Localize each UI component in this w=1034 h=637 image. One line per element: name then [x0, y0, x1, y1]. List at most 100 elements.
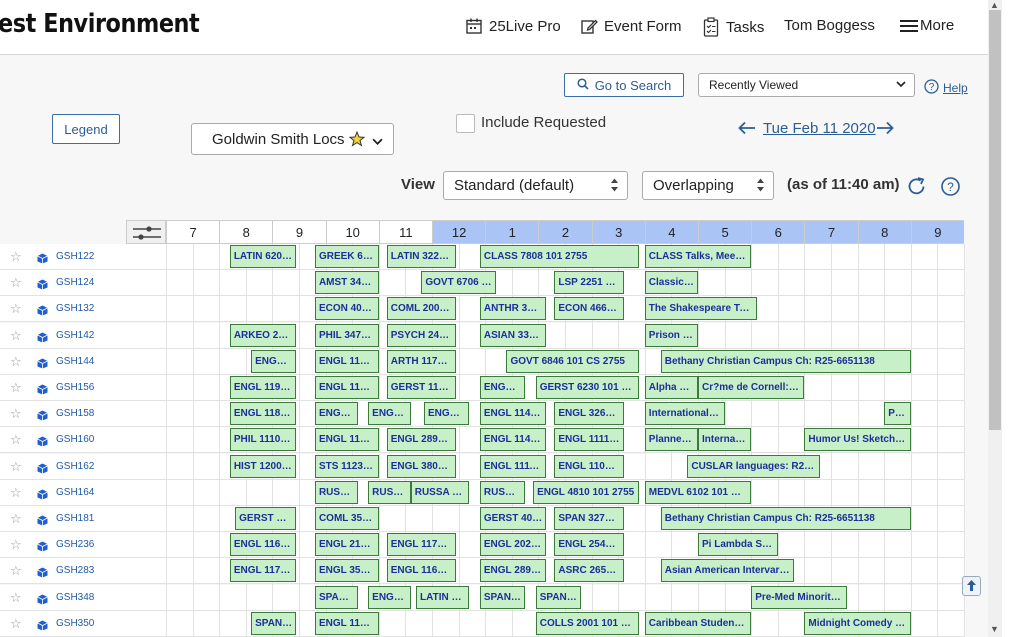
previous-day-arrow-icon[interactable]	[738, 121, 756, 140]
favorite-star-icon[interactable]: ☆	[10, 354, 22, 370]
event-block[interactable]: PHIL 1110 10...	[229, 428, 297, 452]
event-block[interactable]: ENGL 1170 1...	[386, 533, 456, 557]
room-name-link[interactable]: GSH124	[56, 277, 94, 288]
event-block[interactable]: SPAN 3270 ...	[554, 507, 624, 530]
event-block[interactable]: ENGL 2890 ...	[479, 559, 547, 583]
room-name-link[interactable]: GSH283	[56, 565, 94, 576]
event-block[interactable]: Pa...	[884, 402, 911, 426]
event-block[interactable]: GREEK 6102...	[314, 245, 379, 268]
event-block[interactable]: ENGL 1170 1...	[229, 559, 297, 583]
event-block[interactable]: ENGL 2...	[314, 402, 358, 426]
refresh-icon[interactable]	[906, 176, 927, 202]
recently-viewed-select[interactable]: Recently Viewed	[698, 73, 915, 97]
event-block[interactable]: ANTHR 306...	[479, 297, 547, 321]
event-block[interactable]: ENGL 2890 ...	[386, 428, 456, 452]
favorite-star-icon[interactable]: ☆	[10, 537, 22, 553]
event-block[interactable]: HIST 1200 1...	[229, 454, 297, 478]
event-block[interactable]: Bethany Christian Campus Ch: R25-6651138	[660, 349, 911, 373]
scroll-to-top-button[interactable]	[962, 576, 981, 596]
event-block[interactable]: Midnight Comedy Mt...	[804, 611, 911, 635]
room-name-link[interactable]: GSH156	[56, 382, 94, 393]
event-block[interactable]: ENGL 1183 1...	[229, 402, 297, 426]
event-block[interactable]: Pi Lambda Sig...	[698, 533, 778, 557]
room-name-link[interactable]: GSH236	[56, 539, 94, 550]
star-favorite-icon[interactable]	[348, 130, 366, 151]
favorite-star-icon[interactable]: ☆	[10, 563, 22, 579]
event-block[interactable]: ASRC 2650 ...	[554, 559, 624, 583]
favorite-star-icon[interactable]: ☆	[10, 249, 22, 265]
event-block[interactable]: STS 1123 10...	[314, 454, 379, 478]
page-scrollbar[interactable]: ▲ ▼	[988, 0, 1002, 637]
event-block[interactable]: COLLS 2001 101 2755	[535, 611, 640, 635]
event-block[interactable]: ARKEO 2661...	[229, 323, 297, 347]
room-name-link[interactable]: GSH162	[56, 461, 94, 472]
room-name-link[interactable]: GSH164	[56, 487, 94, 498]
favorite-star-icon[interactable]: ☆	[10, 301, 22, 317]
event-block[interactable]: ENGL 1147 1...	[314, 349, 379, 373]
event-block[interactable]: ENGL 1105 1...	[554, 454, 624, 478]
event-block[interactable]: ENGL 3260 ...	[554, 402, 624, 426]
room-name-link[interactable]: GSH181	[56, 513, 94, 524]
event-block[interactable]: ENGL 2...	[424, 402, 470, 426]
event-block[interactable]: ENGL 1147 1...	[479, 428, 547, 452]
legend-button[interactable]: Legend	[52, 114, 120, 144]
current-date-link[interactable]: Tue Feb 11 2020	[763, 120, 876, 137]
event-block[interactable]: LSP 2251 10...	[554, 271, 624, 295]
event-block[interactable]: Caribbean Students'...	[644, 611, 752, 635]
event-block[interactable]: COML 3512 ...	[314, 507, 379, 530]
info-help-icon[interactable]: ?	[940, 176, 961, 202]
event-block[interactable]: COML 2000 ...	[386, 297, 456, 321]
scroll-down-arrow-icon[interactable]: ▼	[990, 624, 999, 634]
event-block[interactable]: ENGL 2...	[368, 402, 411, 426]
favorite-star-icon[interactable]: ☆	[10, 275, 22, 291]
room-name-link[interactable]: GSH160	[56, 434, 94, 445]
room-name-link[interactable]: GSH158	[56, 408, 94, 419]
event-block[interactable]: CUSLAR languages: R25-6...	[687, 454, 821, 478]
event-block[interactable]: ECON 4660 ...	[554, 297, 624, 321]
view-select[interactable]: Standard (default)	[443, 171, 628, 200]
scrollbar-thumb[interactable]	[989, 10, 1001, 430]
event-block[interactable]: AMST 3434 ...	[314, 271, 379, 295]
event-block[interactable]: SPAN 1...	[314, 585, 358, 609]
event-block[interactable]: GERST 400...	[479, 507, 547, 530]
event-block[interactable]: PSYCH 2415...	[386, 323, 456, 347]
room-name-link[interactable]: GSH348	[56, 592, 94, 603]
favorite-star-icon[interactable]: ☆	[10, 485, 22, 501]
event-block[interactable]: ENGL 3805 ...	[386, 454, 456, 478]
event-block[interactable]: ENGL 1168 1...	[314, 611, 379, 635]
event-block[interactable]: Cr?me de Cornell: R2...	[698, 376, 805, 399]
event-block[interactable]: ENGL 1111 1...	[479, 454, 547, 478]
nav-event-form[interactable]: Event Form	[580, 17, 682, 35]
event-block[interactable]: Pre-Med Minoritie...	[751, 585, 847, 609]
event-block[interactable]: RUSSA ...	[479, 480, 526, 504]
event-block[interactable]: ECON 4020 ...	[314, 297, 379, 321]
grid-options-control[interactable]	[126, 220, 166, 244]
favorite-star-icon[interactable]: ☆	[10, 432, 22, 448]
room-name-link[interactable]: GSH144	[56, 356, 94, 367]
favorite-star-icon[interactable]: ☆	[10, 406, 22, 422]
favorite-star-icon[interactable]: ☆	[10, 590, 22, 606]
event-block[interactable]: ENGL 1191 1...	[229, 376, 297, 399]
event-block[interactable]: ENGL 1120 1...	[314, 376, 379, 399]
event-block[interactable]: ENGL 1167 1...	[314, 428, 379, 452]
help-link[interactable]: ? Help	[924, 79, 968, 97]
event-block[interactable]: ENGL 1168 1...	[229, 533, 297, 557]
event-block[interactable]: LATIN 6202 ...	[229, 245, 297, 268]
event-block[interactable]: MEDVL 6102 101 CS 2...	[644, 480, 752, 504]
favorite-star-icon[interactable]: ☆	[10, 328, 22, 344]
event-block[interactable]: RUSSA 11...	[410, 480, 470, 504]
event-block[interactable]: ENGL 2100 ...	[314, 533, 379, 557]
event-block[interactable]: ENGL 4810 101 2755	[533, 480, 640, 504]
event-block[interactable]: GOVT 6846 101 CS 2755	[506, 349, 640, 373]
location-set-select[interactable]: Goldwin Smith Locs	[191, 123, 394, 155]
next-day-arrow-icon[interactable]	[876, 121, 894, 140]
event-block[interactable]: SPAN 1...	[251, 611, 297, 635]
event-block[interactable]: ENGL 2...	[251, 349, 297, 373]
favorite-star-icon[interactable]: ☆	[10, 616, 22, 632]
event-block[interactable]: PHIL 3475 0...	[314, 323, 379, 347]
event-block[interactable]: International S...	[644, 402, 725, 426]
event-block[interactable]: ENGL 3530 ...	[314, 559, 379, 583]
event-block[interactable]: GERST 1170 ...	[386, 376, 456, 399]
event-block[interactable]: ENGL 2...	[368, 585, 411, 609]
event-block[interactable]: CLASS Talks, Meetings, Read: R2...	[644, 245, 752, 268]
